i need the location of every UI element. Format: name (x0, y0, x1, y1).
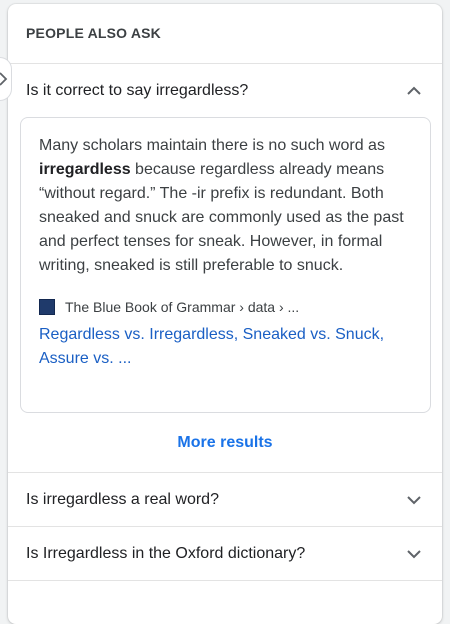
favicon-icon (39, 299, 55, 315)
chevron-down-icon[interactable] (402, 542, 426, 566)
answer-text-part: Many scholars maintain there is no such … (39, 137, 385, 154)
more-results-label: More results (177, 433, 273, 451)
question-text: Is it correct to say irregardless? (26, 81, 249, 99)
question-row-2[interactable]: Is irregardless a real word? (8, 473, 442, 527)
people-also-ask-card: PEOPLE ALSO ASK Is it correct to say irr… (8, 4, 442, 624)
question-text: Is Irregardless in the Oxford dictionary… (26, 544, 306, 562)
answer-box: Many scholars maintain there is no such … (20, 117, 431, 413)
source-name: The Blue Book of Grammar › data › ... (65, 299, 300, 315)
section-heading: PEOPLE ALSO ASK (8, 4, 442, 64)
answer-bold-term: irregardless (39, 161, 131, 178)
question-row-3[interactable]: Is Irregardless in the Oxford dictionary… (8, 527, 442, 581)
chevron-up-icon[interactable] (402, 79, 426, 103)
chevron-right-icon (0, 72, 7, 86)
chevron-down-icon[interactable] (402, 488, 426, 512)
question-text: Is irregardless a real word? (26, 490, 219, 508)
more-results-button[interactable]: More results (8, 413, 442, 473)
source-attribution[interactable]: The Blue Book of Grammar › data › ... (39, 299, 412, 315)
question-row-1[interactable]: Is it correct to say irregardless? (8, 64, 442, 117)
answer-snippet: Many scholars maintain there is no such … (39, 134, 412, 278)
result-link[interactable]: Regardless vs. Irregardless, Sneaked vs.… (39, 323, 412, 371)
side-expand-tab[interactable] (0, 57, 12, 101)
